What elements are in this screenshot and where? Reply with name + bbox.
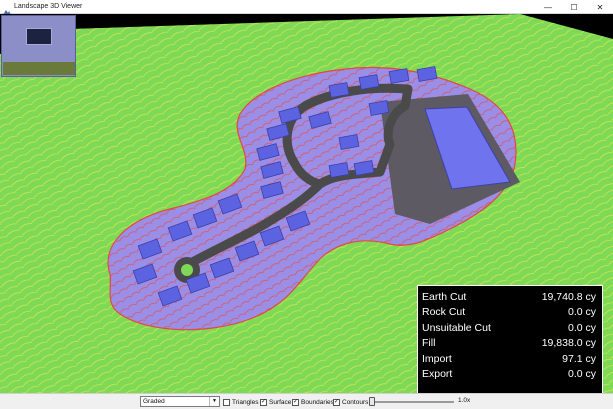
zoom-label: 1.0x xyxy=(458,397,471,404)
earthwork-stats-panel: Earth Cut 19,740.8 cy Rock Cut 0.0 cy Un… xyxy=(417,285,603,393)
chevron-down-icon[interactable]: ▼ xyxy=(209,397,219,406)
stat-value: 0.0 cy xyxy=(567,306,596,319)
title-bar: Landscape 3D Viewer — ☐ ✕ xyxy=(0,0,613,15)
minimap-terrain-strip xyxy=(3,62,75,75)
stat-label: Fill xyxy=(422,337,436,350)
cul-de-sac-island xyxy=(181,264,193,276)
zoom-slider-thumb[interactable] xyxy=(369,397,375,406)
checkbox-box[interactable]: ✓ xyxy=(260,398,267,406)
stat-value: 0.0 cy xyxy=(567,368,596,381)
stat-row-unsuitable-cut: Unsuitable Cut 0.0 cy xyxy=(422,321,596,336)
surface-mode-select[interactable]: Graded ▼ xyxy=(140,396,220,407)
stat-value: 19,838.0 cy xyxy=(541,337,596,350)
checkbox-box[interactable] xyxy=(223,398,230,406)
checkbox-label: Boundaries xyxy=(301,398,334,406)
minimap[interactable] xyxy=(1,15,76,77)
triangles-checkbox[interactable]: Triangles xyxy=(223,397,259,407)
stat-label: Earth Cut xyxy=(422,291,467,303)
checkbox-label: Surface xyxy=(269,398,292,406)
bottom-toolbar: Graded ▼ Triangles ✓ Surface ✓ Boundarie… xyxy=(0,393,613,409)
stat-row-export: Export 0.0 cy xyxy=(422,367,596,382)
stat-label: Import xyxy=(422,352,452,365)
app-icon xyxy=(3,3,11,15)
stat-value: 97.1 cy xyxy=(562,352,596,365)
maximize-button[interactable]: ☐ xyxy=(561,0,587,14)
minimap-viewport-box[interactable] xyxy=(26,28,52,45)
stat-row-earth-cut: Earth Cut 19,740.8 cy xyxy=(422,290,596,305)
checkbox-box[interactable]: ✓ xyxy=(333,398,340,406)
stat-value: 19,740.8 cy xyxy=(541,291,596,303)
window-title: Landscape 3D Viewer xyxy=(14,3,83,10)
stat-row-rock-cut: Rock Cut 0.0 cy xyxy=(422,305,596,320)
surface-checkbox[interactable]: ✓ Surface xyxy=(260,397,291,407)
minimize-button[interactable]: — xyxy=(535,0,561,14)
stat-label: Unsuitable Cut xyxy=(422,321,491,334)
checkbox-box[interactable]: ✓ xyxy=(292,398,299,406)
zoom-slider-track[interactable] xyxy=(374,401,454,403)
boundaries-checkbox[interactable]: ✓ Boundaries xyxy=(292,397,334,407)
stat-row-fill: Fill 19,838.0 cy xyxy=(422,336,596,351)
stat-value: 0.0 cy xyxy=(567,321,596,334)
stat-label: Rock Cut xyxy=(422,306,466,319)
stat-label: Export xyxy=(422,368,453,381)
surface-mode-value: Graded xyxy=(143,398,165,405)
checkbox-label: Contours xyxy=(342,398,369,406)
stat-row-import: Import 97.1 cy xyxy=(422,352,596,367)
contours-checkbox[interactable]: ✓ Contours xyxy=(333,397,368,407)
checkbox-label: Triangles xyxy=(232,398,259,406)
close-button[interactable]: ✕ xyxy=(587,0,613,14)
3d-viewport[interactable]: Earth Cut 19,740.8 cy Rock Cut 0.0 cy Un… xyxy=(0,14,613,393)
window-controls: — ☐ ✕ xyxy=(535,0,613,14)
